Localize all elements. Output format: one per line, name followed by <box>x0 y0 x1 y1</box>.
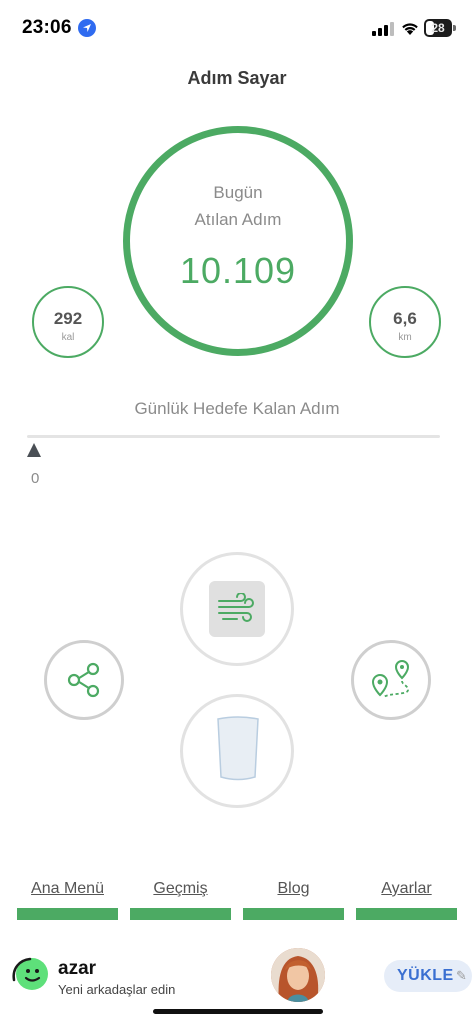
page-title: Adım Sayar <box>187 68 287 88</box>
nav-history-label: Geçmiş <box>153 880 208 897</box>
calories-circle: 292 kal <box>32 286 104 358</box>
nav-settings-bar <box>356 908 457 920</box>
wind-icon <box>218 593 254 622</box>
home-indicator <box>153 1009 323 1014</box>
water-glass-icon <box>217 716 259 781</box>
ad-install-button[interactable]: YÜKLE ✎ <box>384 960 472 992</box>
azar-logo-icon <box>12 957 48 990</box>
wifi-icon <box>402 23 418 35</box>
ad-banner[interactable]: azar Yeni arkadaşlar edin YÜKLE ✎ <box>0 940 474 1012</box>
breathing-tile <box>209 581 265 637</box>
nav-history[interactable]: Geçmiş <box>130 880 231 922</box>
steps-today-circle: Bugün Atılan Adım 10.109 <box>123 126 353 356</box>
distance-value: 6,6 <box>393 309 417 328</box>
pencil-icon: ✎ <box>456 968 467 983</box>
status-time: 23:06 <box>22 17 72 38</box>
calories-unit: kal <box>61 332 75 343</box>
nav-blog[interactable]: Blog <box>243 880 344 922</box>
nav-blog-bar <box>243 908 344 920</box>
share-icon <box>67 662 100 698</box>
goal-remaining-value: 0 <box>31 470 40 487</box>
battery-icon: 28 <box>424 19 456 37</box>
cellular-signal-icon <box>372 22 394 36</box>
water-button[interactable] <box>180 694 294 808</box>
route-pin-icon <box>371 659 410 698</box>
route-button[interactable] <box>351 640 431 720</box>
nav-home[interactable]: Ana Menü <box>17 880 118 922</box>
calories-value: 292 <box>53 309 83 328</box>
nav-home-label: Ana Menü <box>31 880 104 897</box>
ad-install-label: YÜKLE <box>397 967 454 984</box>
goal-progress-track <box>27 435 440 438</box>
distance-unit: km <box>398 332 412 343</box>
status-bar: 23:06 28 <box>0 0 474 56</box>
steps-label-today: Bugün <box>213 183 263 202</box>
ad-avatar <box>271 948 325 1002</box>
nav-history-bar <box>130 908 231 920</box>
distance-circle: 6,6 km <box>369 286 441 358</box>
steps-label-taken: Atılan Adım <box>194 210 282 229</box>
steps-count: 10.109 <box>179 250 297 291</box>
location-arrow-icon <box>78 19 96 37</box>
battery-percent: 28 <box>431 21 445 35</box>
breathing-button[interactable] <box>180 552 294 666</box>
goal-remaining-label: Günlük Hedefe Kalan Adım <box>134 399 340 418</box>
nav-home-bar <box>17 908 118 920</box>
nav-settings-label: Ayarlar <box>381 880 432 897</box>
nav-blog-label: Blog <box>277 880 310 897</box>
progress-marker-icon <box>27 443 41 457</box>
share-button[interactable] <box>44 640 124 720</box>
ad-title: azar <box>58 958 97 979</box>
nav-settings[interactable]: Ayarlar <box>356 880 457 922</box>
ad-subtitle: Yeni arkadaşlar edin <box>58 982 176 997</box>
